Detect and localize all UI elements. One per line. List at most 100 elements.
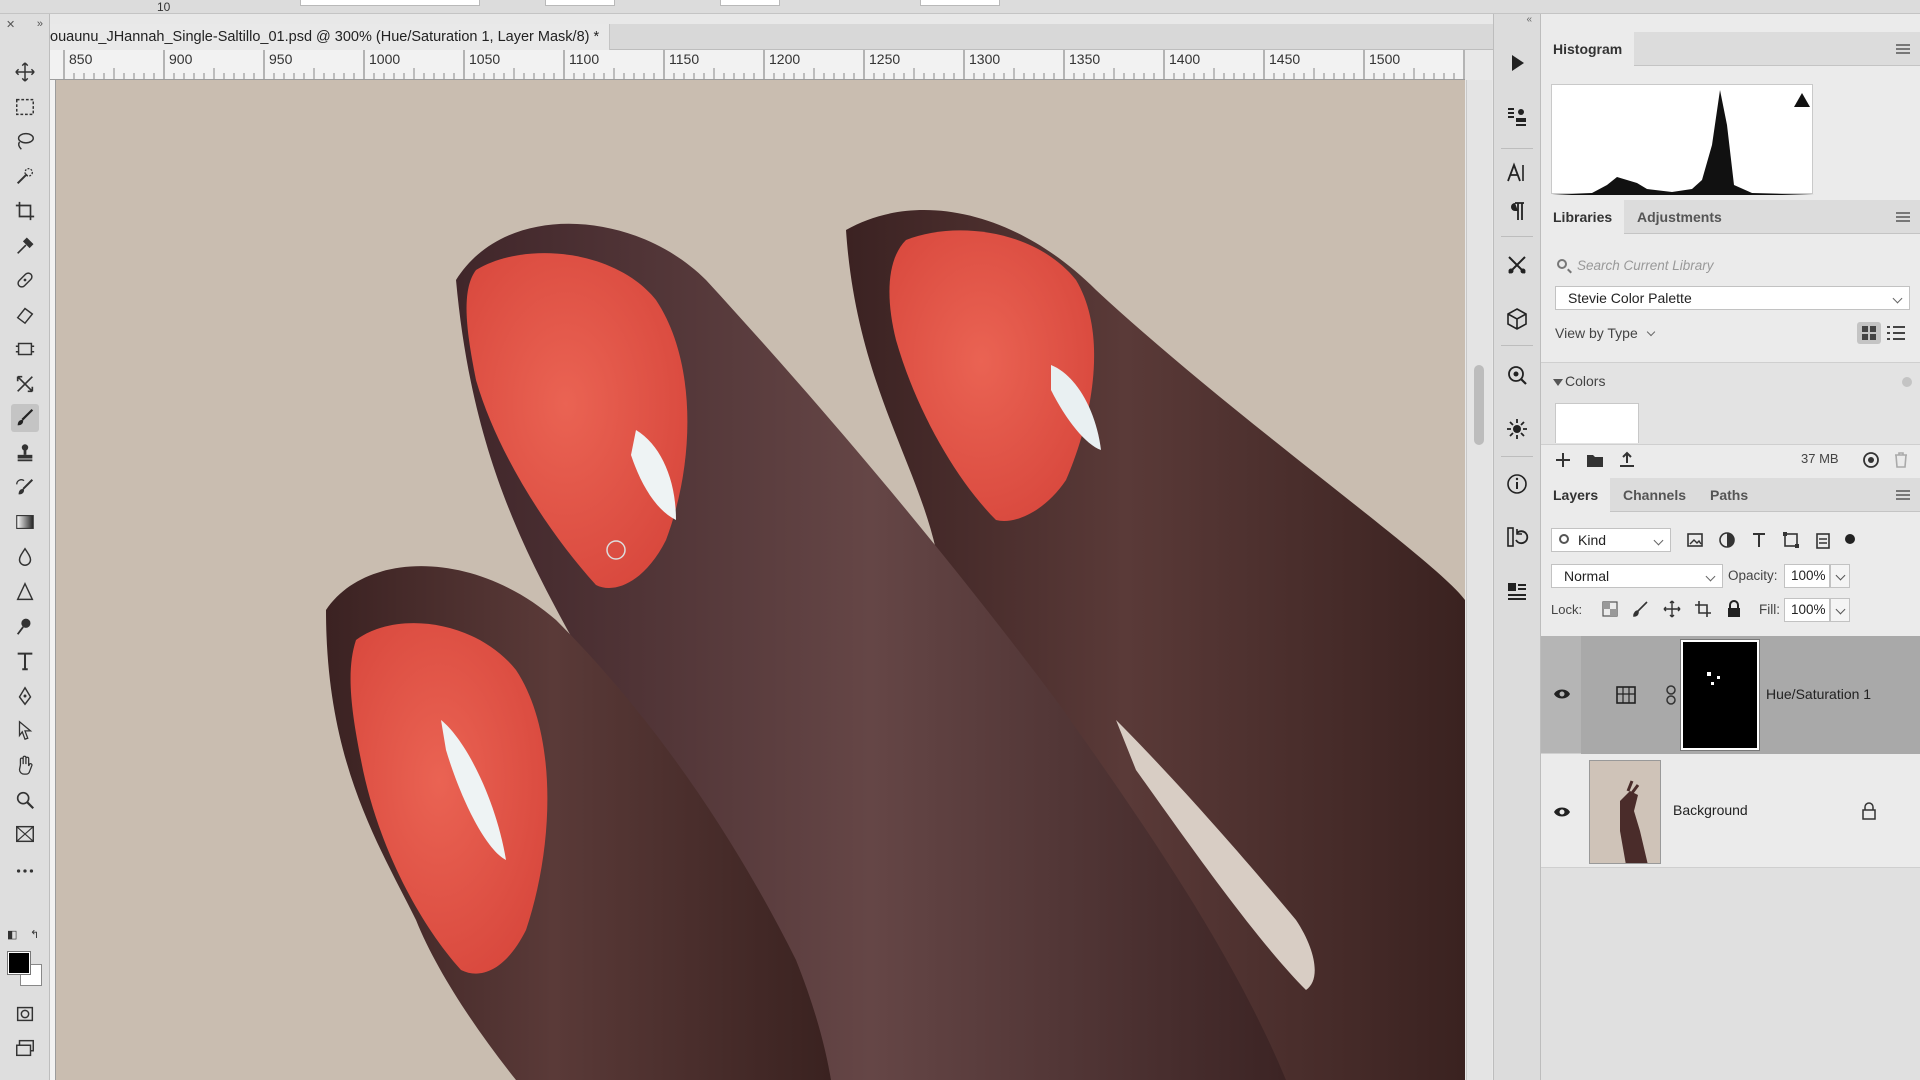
actions-play-icon[interactable]: [1504, 50, 1530, 76]
fill-chevron-icon[interactable]: [1830, 598, 1850, 622]
eyedropper-tool-icon[interactable]: [11, 232, 39, 260]
upload-icon[interactable]: [1617, 450, 1637, 470]
view-by-dropdown[interactable]: View by Type: [1555, 325, 1656, 341]
path-selection-tool-icon[interactable]: [11, 716, 39, 744]
adjustment-filter-icon[interactable]: [1717, 530, 1737, 550]
quick-selection-tool-icon[interactable]: [11, 162, 39, 190]
lock-all-icon[interactable]: [1725, 600, 1743, 618]
marquee-tool-icon[interactable]: [11, 93, 39, 121]
sync-cloud-icon[interactable]: [1861, 450, 1881, 470]
3d-panel-icon[interactable]: [1504, 306, 1530, 332]
properties-panel-icon[interactable]: [1504, 578, 1530, 604]
options-field[interactable]: [920, 0, 1000, 6]
lock-transparent-icon[interactable]: [1601, 600, 1619, 618]
crop-tool-icon[interactable]: [11, 197, 39, 225]
fill-input[interactable]: 100%: [1784, 598, 1830, 622]
brush-tool-icon[interactable]: [11, 404, 39, 432]
tab-adjustments[interactable]: Adjustments: [1625, 200, 1734, 234]
layer-row-hue-saturation[interactable]: Hue/Saturation 1: [1541, 636, 1920, 754]
clone-source-icon[interactable]: [1504, 104, 1530, 130]
dodge-tool-icon[interactable]: [11, 578, 39, 606]
library-select[interactable]: Stevie Color Palette: [1555, 286, 1910, 310]
tab-paths[interactable]: Paths: [1698, 478, 1760, 512]
pen-tool-icon[interactable]: [11, 682, 39, 710]
navigator-icon[interactable]: [1504, 362, 1530, 388]
brightness-icon[interactable]: [1504, 416, 1530, 442]
tab-channels[interactable]: Channels: [1611, 478, 1698, 512]
scrollbar-thumb[interactable]: [1474, 365, 1484, 445]
collapse-icon[interactable]: »: [37, 18, 43, 30]
scroll-indicator[interactable]: [1902, 377, 1912, 387]
panel-menu-icon[interactable]: [1896, 44, 1910, 54]
disclosure-triangle-icon[interactable]: [1553, 379, 1563, 386]
blur-tool-icon[interactable]: [11, 543, 39, 571]
tab-libraries[interactable]: Libraries: [1541, 200, 1625, 234]
eye-icon[interactable]: [1553, 806, 1571, 818]
lasso-tool-icon[interactable]: [11, 127, 39, 155]
tool-presets-icon[interactable]: [1504, 252, 1530, 278]
dock-collapse-icon[interactable]: «: [1494, 14, 1540, 32]
library-search-input[interactable]: Search Current Library: [1555, 254, 1910, 278]
tab-layers[interactable]: Layers: [1541, 478, 1611, 512]
layer-filter-select[interactable]: Kind: [1551, 528, 1671, 552]
frame-tool-icon[interactable]: [11, 335, 39, 363]
horizontal-ruler[interactable]: 850 900 950 1000 1050 1100 1150 1200 1250 1300 135…: [50, 50, 1465, 80]
options-field[interactable]: [300, 0, 480, 6]
default-colors-icon[interactable]: ◧: [7, 928, 17, 941]
options-field[interactable]: [720, 0, 780, 6]
link-icon[interactable]: [1665, 684, 1677, 706]
warning-icon[interactable]: [1794, 93, 1810, 107]
filter-toggle-icon[interactable]: [1845, 534, 1855, 544]
layer-thumbnail[interactable]: [1589, 760, 1661, 864]
content-aware-move-tool-icon[interactable]: [11, 370, 39, 398]
info-panel-icon[interactable]: [1504, 471, 1530, 497]
screen-mode-icon[interactable]: [11, 1034, 39, 1062]
healing-brush-tool-icon[interactable]: [11, 266, 39, 294]
lock-artboard-icon[interactable]: [1694, 600, 1712, 618]
grid-view-icon[interactable]: [1857, 322, 1881, 344]
lock-position-icon[interactable]: [1663, 600, 1681, 618]
opacity-chevron-icon[interactable]: [1830, 564, 1850, 588]
type-tool-icon[interactable]: [11, 647, 39, 675]
character-panel-icon[interactable]: [1504, 160, 1530, 186]
layer-row-background[interactable]: Background: [1541, 754, 1920, 868]
history-brush-tool-icon[interactable]: [11, 474, 39, 502]
more-tools-icon[interactable]: [11, 857, 39, 885]
panel-menu-icon[interactable]: [1896, 490, 1910, 500]
vertical-scrollbar[interactable]: [1466, 80, 1492, 1080]
close-icon[interactable]: ✕: [6, 18, 15, 31]
shape-filter-icon[interactable]: [1781, 530, 1801, 550]
options-field[interactable]: [545, 0, 615, 6]
paragraph-panel-icon[interactable]: [1504, 198, 1530, 224]
zoom-tool-icon[interactable]: [11, 786, 39, 814]
document-canvas[interactable]: [56, 80, 1465, 1080]
smart-object-filter-icon[interactable]: [1813, 530, 1833, 550]
brush-size-value[interactable]: 10: [157, 0, 170, 14]
swap-colors-icon[interactable]: ↰: [30, 928, 39, 941]
type-filter-icon[interactable]: [1749, 530, 1769, 550]
folder-icon[interactable]: [1585, 450, 1605, 470]
clone-stamp-tool-icon[interactable]: [11, 439, 39, 467]
gradient-tool-icon[interactable]: [11, 508, 39, 536]
move-tool-icon[interactable]: [11, 58, 39, 86]
blend-mode-select[interactable]: Normal: [1551, 564, 1723, 588]
lock-pixels-icon[interactable]: [1632, 600, 1650, 618]
eye-icon[interactable]: [1553, 688, 1571, 700]
opacity-input[interactable]: 100%: [1784, 564, 1830, 588]
hand-tool-icon[interactable]: [11, 751, 39, 779]
quick-mask-icon[interactable]: [11, 1000, 39, 1028]
document-tab[interactable]: ouaunu_JHannah_Single-Saltillo_01.psd @ …: [50, 24, 611, 50]
artboard-tool-icon[interactable]: [11, 820, 39, 848]
add-icon[interactable]: [1553, 450, 1573, 470]
burn-tool-icon[interactable]: [11, 612, 39, 640]
history-panel-icon[interactable]: [1504, 524, 1530, 550]
trash-icon[interactable]: [1891, 450, 1911, 470]
panel-menu-icon[interactable]: [1896, 212, 1910, 222]
lock-icon[interactable]: [1861, 802, 1877, 820]
layers-empty-area[interactable]: [1541, 868, 1920, 1080]
image-filter-icon[interactable]: [1685, 530, 1705, 550]
list-view-icon[interactable]: [1887, 324, 1907, 342]
tab-histogram[interactable]: Histogram: [1541, 32, 1635, 66]
foreground-color-swatch[interactable]: [7, 951, 31, 975]
layer-mask-thumbnail[interactable]: [1680, 639, 1760, 751]
